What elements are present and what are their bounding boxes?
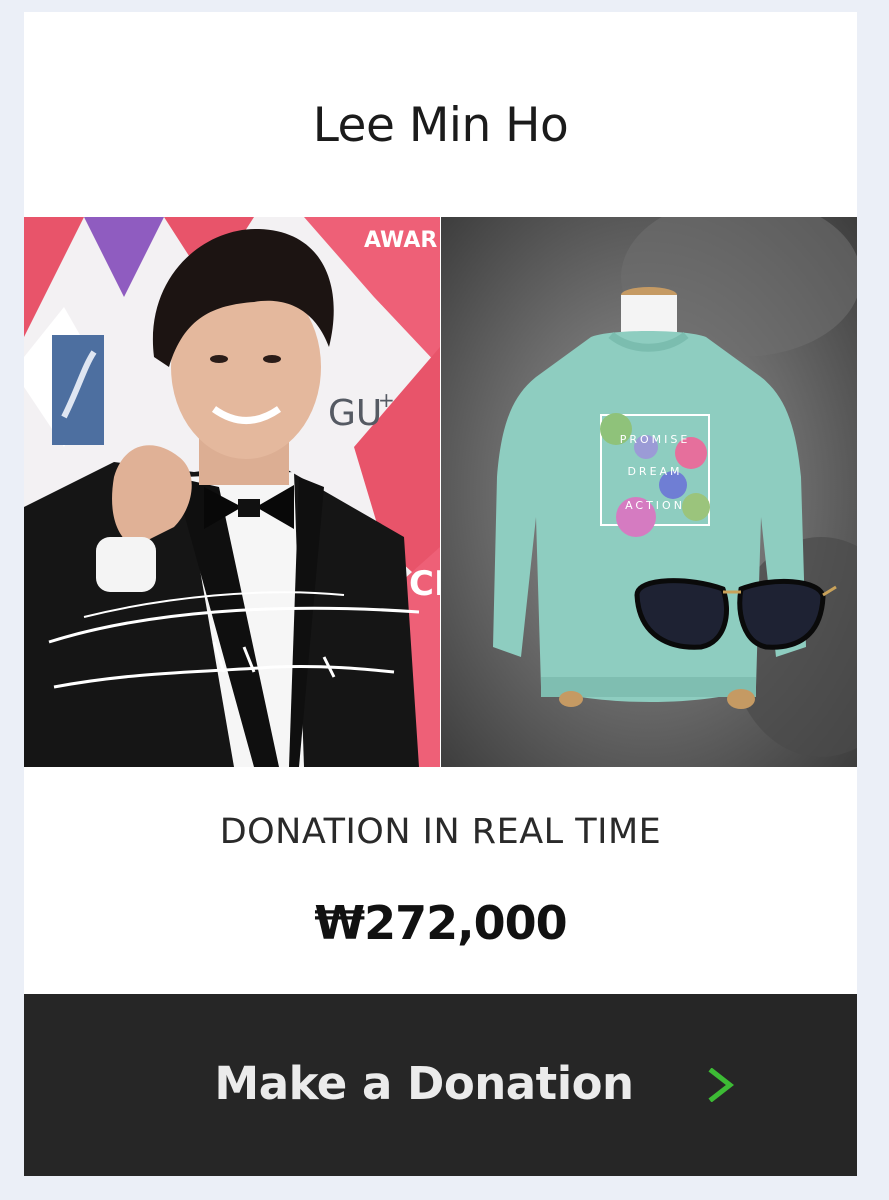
chevron-right-icon <box>708 1068 734 1102</box>
donation-card: Lee Min Ho GU + AWAR CH <box>24 12 857 1176</box>
svg-text:+: + <box>378 388 395 412</box>
donation-label: DONATION IN REAL TIME <box>219 812 662 852</box>
make-donation-button[interactable]: Make a Donation <box>24 994 857 1176</box>
donation-amount: ₩272,000 <box>314 896 567 950</box>
svg-text:GU: GU <box>328 393 382 434</box>
celebrity-photo: GU + AWAR CH <box>24 217 440 767</box>
product-photo: PROMISE DREAM ACTION <box>441 217 857 767</box>
svg-text:CH: CH <box>409 564 440 604</box>
svg-text:ACTION: ACTION <box>625 499 685 512</box>
make-donation-label: Make a Donation <box>214 1057 634 1110</box>
svg-text:PROMISE: PROMISE <box>620 433 691 446</box>
campaign-title: Lee Min Ho <box>312 98 569 153</box>
svg-text:DREAM: DREAM <box>627 465 682 478</box>
svg-text:AWAR: AWAR <box>364 228 437 253</box>
